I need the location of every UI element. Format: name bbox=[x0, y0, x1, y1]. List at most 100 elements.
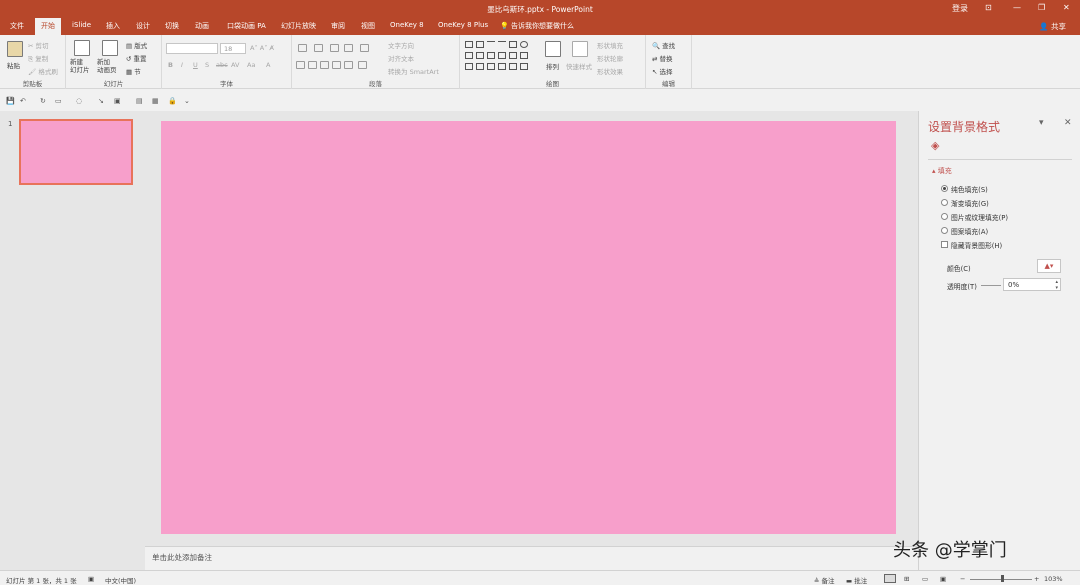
quick-styles-button[interactable]: 快速样式 bbox=[566, 61, 592, 71]
tab-insert[interactable]: 插入 bbox=[106, 21, 120, 35]
new-slide-button[interactable]: 新建 幻灯片 bbox=[70, 58, 90, 74]
align-center-icon[interactable] bbox=[308, 61, 317, 69]
find-button[interactable]: 🔍 查找 bbox=[652, 40, 675, 50]
minimize-icon[interactable]: — bbox=[1013, 3, 1021, 12]
paste-icon[interactable] bbox=[7, 41, 23, 57]
zoom-slider-thumb[interactable] bbox=[1001, 575, 1004, 582]
radio-picture-fill[interactable] bbox=[941, 213, 948, 220]
text-direction-button[interactable]: 文字方向 bbox=[388, 40, 414, 50]
paste-button[interactable]: 粘贴 bbox=[7, 60, 20, 70]
bold-button[interactable]: B bbox=[168, 61, 173, 69]
transparency-slider[interactable] bbox=[981, 285, 1001, 286]
slide-canvas[interactable] bbox=[161, 121, 896, 534]
increase-indent-icon[interactable] bbox=[344, 44, 353, 52]
radio-pattern-fill[interactable] bbox=[941, 227, 948, 234]
fill-bucket-icon[interactable]: ◈ bbox=[931, 139, 939, 152]
arrange-button[interactable]: 排列 bbox=[546, 61, 559, 71]
undo-icon[interactable]: ↶ bbox=[20, 97, 26, 105]
tab-review[interactable]: 审阅 bbox=[331, 21, 345, 35]
notes-toggle[interactable]: ≜ 备注 bbox=[814, 575, 835, 585]
reset-button[interactable]: ↺ 重置 bbox=[126, 53, 147, 63]
font-color-button[interactable]: A bbox=[266, 61, 270, 69]
fill-section-header[interactable]: ▴ 填充 bbox=[932, 166, 952, 176]
layout-button[interactable]: ▤ 版式 bbox=[126, 40, 147, 50]
pane-close-icon[interactable]: ✕ bbox=[1064, 118, 1072, 128]
share-button[interactable]: 👤 共享 bbox=[1039, 21, 1066, 32]
arrange-icon[interactable] bbox=[545, 41, 561, 57]
arrow-tool-icon[interactable]: ↘ bbox=[98, 97, 104, 105]
convert-smartart-button[interactable]: 转换为 SmartArt bbox=[388, 66, 439, 76]
line-spacing-icon[interactable] bbox=[360, 44, 369, 52]
reading-view-icon[interactable]: ▭ bbox=[922, 575, 928, 583]
format-icon[interactable]: ◌ bbox=[76, 97, 82, 105]
zoom-in-icon[interactable]: + bbox=[1034, 575, 1039, 583]
quick-styles-icon[interactable] bbox=[572, 41, 588, 57]
section-button[interactable]: ▦ 节 bbox=[126, 66, 141, 76]
transparency-input[interactable]: 0% ▴ ▾ bbox=[1003, 278, 1061, 291]
language-status[interactable]: 中文(中国) bbox=[105, 575, 136, 585]
ribbon-display-icon[interactable]: ⊡ bbox=[985, 3, 992, 12]
tab-pocket-animation[interactable]: 口袋动画 PA bbox=[227, 21, 266, 35]
font-size-combo[interactable]: 18 bbox=[220, 43, 246, 54]
zoom-level[interactable]: 103% bbox=[1044, 575, 1063, 583]
strikethrough-button[interactable]: abc bbox=[216, 61, 228, 69]
picture-icon[interactable]: ▦ bbox=[152, 97, 159, 105]
new-anim-page-icon[interactable] bbox=[102, 40, 118, 56]
shape-tool-icon[interactable]: ▭ bbox=[55, 97, 62, 105]
tab-home[interactable]: 开始 bbox=[35, 18, 61, 35]
spinner-icon[interactable]: ▴ ▾ bbox=[1055, 279, 1058, 291]
close-icon[interactable]: ✕ bbox=[1063, 3, 1070, 12]
tab-animations[interactable]: 动画 bbox=[195, 21, 209, 35]
tab-onekey8[interactable]: OneKey 8 bbox=[390, 21, 424, 35]
textbox-icon[interactable]: ▣ bbox=[114, 97, 121, 105]
redo-icon[interactable]: ↻ bbox=[40, 97, 46, 105]
comments-toggle[interactable]: ▬ 批注 bbox=[846, 575, 867, 585]
align-left-icon[interactable] bbox=[296, 61, 305, 69]
grow-shrink-font-buttons[interactable]: A˄ A˅ A̸ bbox=[250, 44, 274, 52]
shape-outline-button[interactable]: 形状轮廓 bbox=[597, 53, 623, 63]
shape-fill-button[interactable]: 形状填充 bbox=[597, 40, 623, 50]
italic-button[interactable]: I bbox=[181, 61, 183, 69]
tab-onekey8plus[interactable]: OneKey 8 Plus bbox=[438, 21, 488, 35]
bullets-icon[interactable] bbox=[298, 44, 307, 52]
new-anim-page-button[interactable]: 新加 动画页 bbox=[97, 58, 117, 74]
radio-solid-fill[interactable] bbox=[941, 185, 948, 192]
hide-bg-graphics-checkbox[interactable] bbox=[941, 241, 948, 248]
copy-button[interactable]: ⎘ 复制 bbox=[28, 53, 48, 64]
tab-slideshow[interactable]: 幻灯片放映 bbox=[281, 21, 316, 35]
customize-qat-icon[interactable]: ⌄ bbox=[184, 97, 190, 105]
underline-button[interactable]: U bbox=[193, 61, 198, 69]
align-text-button[interactable]: 对齐文本 bbox=[388, 53, 414, 63]
spellcheck-icon[interactable]: ▣ bbox=[88, 575, 94, 583]
numbering-icon[interactable] bbox=[314, 44, 323, 52]
zoom-out-icon[interactable]: − bbox=[960, 575, 965, 583]
shadow-button[interactable]: S bbox=[205, 61, 209, 69]
notes-pane[interactable]: 单击此处添加备注 bbox=[145, 546, 918, 570]
radio-gradient-fill[interactable] bbox=[941, 199, 948, 206]
tab-view[interactable]: 视图 bbox=[361, 21, 375, 35]
slide-thumbnail[interactable] bbox=[19, 119, 133, 185]
restore-icon[interactable]: ❐ bbox=[1038, 3, 1045, 12]
decrease-indent-icon[interactable] bbox=[330, 44, 339, 52]
select-button[interactable]: ↖ 选择 bbox=[652, 66, 673, 76]
format-painter-button[interactable]: 🖌 格式刷 bbox=[28, 66, 58, 76]
normal-view-icon[interactable] bbox=[884, 574, 896, 583]
columns-icon[interactable] bbox=[358, 61, 367, 69]
tab-transitions[interactable]: 切换 bbox=[165, 21, 179, 35]
lock-icon[interactable]: 🔒 bbox=[168, 97, 177, 105]
color-picker-button[interactable]: ▲▾ bbox=[1037, 259, 1061, 273]
shape-effects-button[interactable]: 形状效果 bbox=[597, 66, 623, 76]
replace-button[interactable]: ⇄ 替换 bbox=[652, 53, 673, 63]
align-right-icon[interactable] bbox=[320, 61, 329, 69]
justify-icon[interactable] bbox=[332, 61, 341, 69]
tab-islide[interactable]: iSlide bbox=[72, 21, 91, 35]
tab-file[interactable]: 文件 bbox=[10, 21, 24, 35]
font-name-combo[interactable] bbox=[166, 43, 218, 54]
slide-sorter-icon[interactable]: ⊞ bbox=[904, 575, 909, 583]
char-spacing-button[interactable]: AV bbox=[231, 61, 239, 69]
distribute-icon[interactable] bbox=[344, 61, 353, 69]
slideshow-view-icon[interactable]: ▣ bbox=[940, 575, 946, 583]
tell-me-box[interactable]: 💡 告诉我你想要做什么 bbox=[500, 21, 574, 35]
login-button[interactable]: 登录 bbox=[952, 3, 968, 14]
folder-icon[interactable]: ▤ bbox=[136, 97, 143, 105]
